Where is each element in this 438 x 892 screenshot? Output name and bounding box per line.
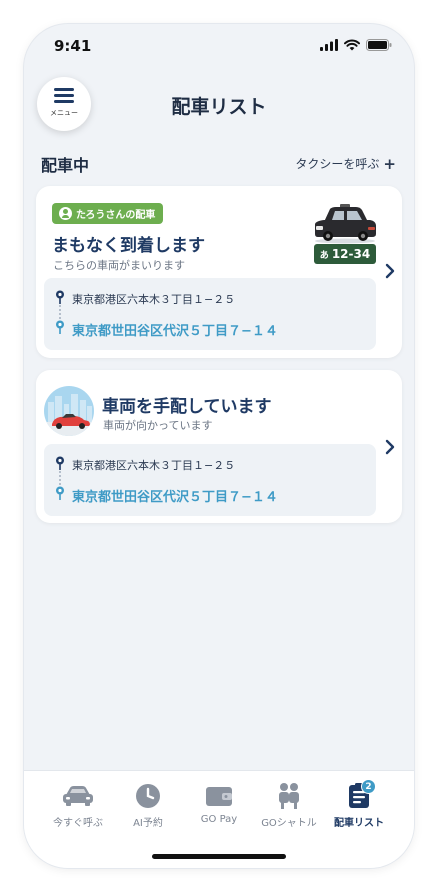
user-icon xyxy=(59,207,72,220)
people-icon xyxy=(272,781,306,811)
pickup-pin-icon xyxy=(56,456,64,470)
license-plate: あ 12-34 xyxy=(314,244,376,264)
destination-address: 東京都世田谷区代沢５丁目７−１４ xyxy=(72,324,278,339)
tab-ai-reserve[interactable]: AI予約 xyxy=(113,771,183,831)
dispatch-illustration xyxy=(44,386,94,436)
tab-go-shuttle[interactable]: GOシャトル xyxy=(254,771,324,831)
plus-icon: + xyxy=(383,154,396,173)
signal-icon xyxy=(320,39,338,51)
route-box: 東京都港区六本木３丁目１−２５ 東京都世田谷区代沢５丁目７−１４ xyxy=(44,444,376,516)
destination-address: 東京都世田谷区代沢５丁目７−１４ xyxy=(72,490,278,505)
tab-go-pay[interactable]: GO Pay xyxy=(184,771,254,831)
pickup-pin-icon xyxy=(56,290,64,304)
route-dots xyxy=(59,305,61,319)
destination-pin-icon xyxy=(56,486,64,500)
status-icons xyxy=(320,39,392,51)
status-bar: 9:41 xyxy=(24,24,414,68)
page-title: 配車リスト xyxy=(171,96,267,118)
section-title: 配車中 xyxy=(41,156,90,175)
ride-status-subtext: 車両が向かっています xyxy=(103,419,213,432)
tab-label: 配車リスト xyxy=(334,818,384,829)
chevron-right-icon xyxy=(385,263,395,279)
call-taxi-button[interactable]: タクシーを呼ぶ + xyxy=(295,155,396,172)
requester-badge: たろうさんの配車 xyxy=(52,203,164,224)
requester-badge-label: たろうさんの配車 xyxy=(76,210,156,221)
tab-dispatch-list[interactable]: 2 配車リスト xyxy=(324,771,394,831)
clock-icon xyxy=(131,781,165,811)
destination-pin-icon xyxy=(56,320,64,334)
tab-label: GOシャトル xyxy=(261,818,317,829)
call-taxi-label: タクシーを呼ぶ xyxy=(295,157,380,171)
tab-label: 今すぐ呼ぶ xyxy=(53,818,103,829)
pickup-address: 東京都港区六本木３丁目１−２５ xyxy=(72,293,236,306)
status-time: 9:41 xyxy=(54,37,92,55)
ride-card-dispatching[interactable]: 車両を手配しています 車両が向かっています 東京都港区六本木３丁目１−２５ 東京… xyxy=(36,370,402,523)
plate-number: 12-34 xyxy=(331,247,371,261)
phone-screen: 9:41 メニュー 配車リスト 配車中 タクシーを呼ぶ + たろうさんの配車 ま… xyxy=(24,24,414,868)
tab-call-now[interactable]: 今すぐ呼ぶ xyxy=(43,771,113,831)
list-icon: 2 xyxy=(342,779,376,811)
notification-badge: 2 xyxy=(361,779,376,794)
ride-card-arriving[interactable]: たろうさんの配車 まもなく到着します こちらの車両がまいります あ 12-34 xyxy=(36,186,402,358)
chevron-right-icon xyxy=(385,439,395,455)
ride-status-title: まもなく到着します xyxy=(52,236,205,256)
ride-status-title: 車両を手配しています xyxy=(102,397,272,417)
ride-status-subtext: こちらの車両がまいります xyxy=(53,259,185,272)
battery-icon xyxy=(366,39,392,51)
home-indicator xyxy=(152,854,286,859)
wallet-icon xyxy=(202,781,236,811)
tab-label: AI予約 xyxy=(133,818,163,829)
route-box: 東京都港区六本木３丁目１−２５ 東京都世田谷区代沢５丁目７−１４ xyxy=(44,278,376,350)
taxi-car-image xyxy=(315,204,376,244)
route-dots xyxy=(59,471,61,485)
wifi-icon xyxy=(344,39,360,51)
pickup-address: 東京都港区六本木３丁目１−２５ xyxy=(72,459,236,472)
car-icon xyxy=(61,781,95,811)
tab-label: GO Pay xyxy=(200,814,238,825)
plate-kana: あ xyxy=(319,250,329,261)
